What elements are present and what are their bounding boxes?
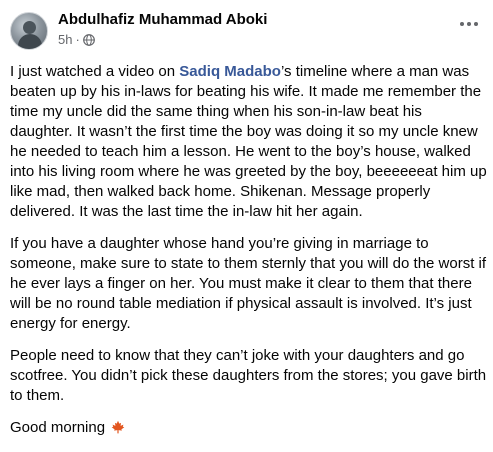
post-header: Abdulhafiz Muhammad Aboki 5h · — [10, 8, 483, 52]
mention-link[interactable]: Sadiq Madabo — [179, 63, 281, 80]
post-timestamp[interactable]: 5h — [58, 32, 72, 47]
greeting-text: Good morning — [10, 419, 106, 436]
meta-separator: · — [75, 32, 80, 47]
post-paragraph-2: If you have a daughter whose hand you’re… — [10, 235, 487, 332]
author-avatar[interactable] — [10, 12, 48, 50]
author-name[interactable]: Abdulhafiz Muhammad Aboki — [58, 11, 267, 28]
post-body: I just watched a video on Sadiq Madabo’s… — [10, 62, 488, 452]
post-paragraph-1: I just watched a video on Sadiq Madabo’s… — [10, 62, 488, 222]
post-paragraph-4: Good morning — [10, 418, 488, 440]
paragraph-1-end: ’s timeline where a man was beaten up by… — [10, 63, 487, 220]
paragraph-1-start: I just watched a video on — [10, 63, 180, 80]
post-paragraph-3: People need to know that they can’t joke… — [10, 347, 487, 404]
post-meta: 5h · — [58, 32, 95, 47]
facebook-post: Abdulhafiz Muhammad Aboki 5h · I just wa… — [0, 0, 493, 436]
globe-icon[interactable] — [82, 33, 95, 46]
maple-leaf-icon — [111, 420, 125, 440]
more-options-icon[interactable] — [457, 16, 481, 32]
